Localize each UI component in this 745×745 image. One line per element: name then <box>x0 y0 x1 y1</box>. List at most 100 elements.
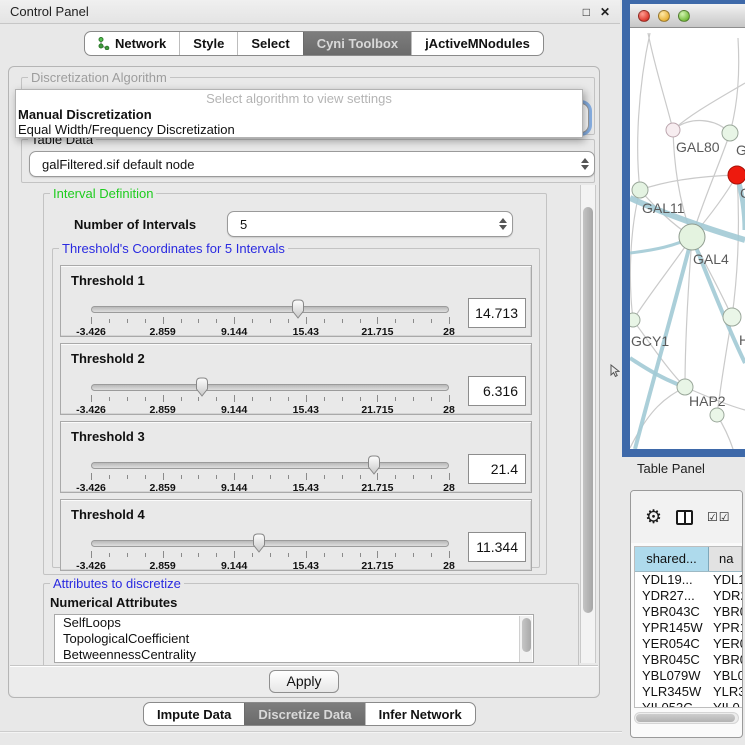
network-node[interactable] <box>632 182 648 198</box>
float-window-icon[interactable]: □ <box>583 5 590 19</box>
threshold-value-field[interactable]: 21.4 <box>468 454 526 484</box>
table-row[interactable]: YIL053CYIL0 <box>635 700 742 708</box>
threshold-label: Threshold 4 <box>71 507 145 522</box>
network-edge[interactable] <box>730 38 739 133</box>
table-row[interactable]: YBL079WYBL0 <box>635 668 742 684</box>
network-edge[interactable] <box>638 33 650 190</box>
tick-label: 9.144 <box>221 404 247 416</box>
tick-mark <box>377 473 378 480</box>
tick-mark <box>181 397 182 401</box>
minimize-window-icon[interactable] <box>658 10 670 22</box>
cell-shared-name: YBR043C <box>635 604 709 620</box>
column-header-name[interactable]: na <box>709 547 742 571</box>
interval-definition-group-title: Interval Definition <box>50 186 156 201</box>
threshold-slider-3[interactable]: -3.4262.8599.14415.4321.71528 <box>91 462 449 469</box>
threshold-value-field[interactable]: 11.344 <box>468 532 526 562</box>
network-node[interactable] <box>728 166 745 184</box>
apply-row: Apply <box>10 665 598 696</box>
tick-mark <box>252 553 253 557</box>
tab-style[interactable]: Style <box>179 32 237 55</box>
list-scrollbar[interactable] <box>519 616 532 663</box>
network-edge[interactable] <box>640 175 737 190</box>
select-columns-icon[interactable]: ☑☑ <box>707 510 731 524</box>
network-edge[interactable] <box>633 237 692 320</box>
attribute-list-item[interactable]: BetweennessCentrality <box>55 647 533 663</box>
tab-select[interactable]: Select <box>237 32 302 55</box>
network-canvas[interactable]: GAL80GCGAL11GAL4GCY1HHAP2 <box>630 28 745 449</box>
split-columns-icon[interactable] <box>676 510 693 525</box>
network-edge[interactable] <box>732 175 738 317</box>
threshold-slider-4[interactable]: -3.4262.8599.14415.4321.71528 <box>91 540 449 547</box>
close-window-icon[interactable] <box>638 10 650 22</box>
interval-definition-group: Interval Definition Number of Intervals … <box>43 193 547 575</box>
tab-network[interactable]: Network <box>85 32 179 55</box>
network-edge[interactable] <box>630 190 640 320</box>
table-hscrollbar-thumb[interactable] <box>636 714 735 722</box>
network-window-titlebar[interactable] <box>630 4 745 28</box>
slider-thumb[interactable] <box>194 377 210 397</box>
tick-label: -3.426 <box>76 482 106 494</box>
slider-ticks <box>91 317 449 325</box>
cell-shared-name: YER054C <box>635 636 709 652</box>
dropdown-option-manual-discretization[interactable]: Manual Discretization <box>16 107 582 122</box>
column-header-shared-name[interactable]: shared... <box>635 547 709 571</box>
node-attribute-table: shared... na YDL19...YDL1YDR27...YDR2YBR… <box>634 546 742 708</box>
threshold-slider-1[interactable]: -3.4262.8599.14415.4321.71528 <box>91 306 449 313</box>
network-node[interactable] <box>723 308 741 326</box>
close-panel-icon[interactable]: ✕ <box>600 5 610 19</box>
dropdown-placeholder-option[interactable]: Select algorithm to view settings <box>16 90 582 107</box>
table-data-combobox[interactable]: galFiltered.sif default node <box>29 151 595 177</box>
slider-track[interactable] <box>91 306 449 313</box>
slider-thumb[interactable] <box>366 455 382 475</box>
number-of-intervals-spinner[interactable]: 5 <box>227 211 513 237</box>
network-node[interactable] <box>710 408 724 422</box>
tick-mark <box>127 475 128 479</box>
slider-track[interactable] <box>91 384 449 391</box>
network-node[interactable] <box>722 125 738 141</box>
zoom-window-icon[interactable] <box>678 10 690 22</box>
table-row[interactable]: YLR345WYLR3 <box>635 684 742 700</box>
slider-track[interactable] <box>91 462 449 469</box>
panel-scrollbar[interactable] <box>580 185 596 663</box>
dropdown-option-equal-width-frequency[interactable]: Equal Width/Frequency Discretization <box>16 122 582 137</box>
numerical-attributes-list[interactable]: SelfLoopsTopologicalCoefficientBetweenne… <box>54 614 534 663</box>
slider-thumb[interactable] <box>290 299 306 319</box>
table-row[interactable]: YER054CYER0 <box>635 636 742 652</box>
tick-mark <box>342 397 343 401</box>
threshold-value-field[interactable]: 14.713 <box>468 298 526 328</box>
table-row[interactable]: YBR043CYBR0 <box>635 604 742 620</box>
slider-thumb[interactable] <box>251 533 267 553</box>
gear-icon[interactable]: ⚙ <box>645 508 662 527</box>
slider-track[interactable] <box>91 540 449 547</box>
tick-mark <box>306 317 307 324</box>
tick-mark <box>413 397 414 401</box>
table-row[interactable]: YDL19...YDL1 <box>635 572 742 588</box>
network-edge[interactable] <box>648 33 673 130</box>
table-row[interactable]: YBR045CYBR0 <box>635 652 742 668</box>
cell-shared-name: YIL053C <box>635 700 709 708</box>
tick-mark <box>288 475 289 479</box>
panel-scrollbar-thumb[interactable] <box>583 207 593 613</box>
tick-mark <box>431 475 432 479</box>
attribute-list-item[interactable]: SelfLoops <box>55 615 533 631</box>
attribute-list-item[interactable]: TopologicalCoefficient <box>55 631 533 647</box>
table-hscrollbar[interactable] <box>634 712 739 724</box>
bottom-tab-infer-network[interactable]: Infer Network <box>365 703 475 725</box>
tick-mark <box>431 319 432 323</box>
bottom-tab-discretize-data[interactable]: Discretize Data <box>244 703 364 725</box>
tab-jactivemnodules[interactable]: jActiveMNodules <box>411 32 543 55</box>
network-node[interactable] <box>666 123 680 137</box>
table-row[interactable]: YPR145WYPR1 <box>635 620 742 636</box>
threshold-value-field[interactable]: 6.316 <box>468 376 526 406</box>
list-scrollbar-thumb[interactable] <box>522 618 531 652</box>
cyni-bottom-tabs: Impute DataDiscretize DataInfer Network <box>143 702 476 726</box>
network-node[interactable] <box>630 313 640 327</box>
network-node[interactable] <box>679 224 705 250</box>
apply-button[interactable]: Apply <box>269 670 338 693</box>
threshold-slider-2[interactable]: -3.4262.8599.14415.4321.71528 <box>91 384 449 391</box>
bottom-tab-impute-data[interactable]: Impute Data <box>144 703 244 725</box>
tab-cyni-toolbox[interactable]: Cyni Toolbox <box>303 32 411 55</box>
tick-mark <box>145 475 146 479</box>
table-row[interactable]: YDR27...YDR2 <box>635 588 742 604</box>
tick-mark <box>270 553 271 557</box>
